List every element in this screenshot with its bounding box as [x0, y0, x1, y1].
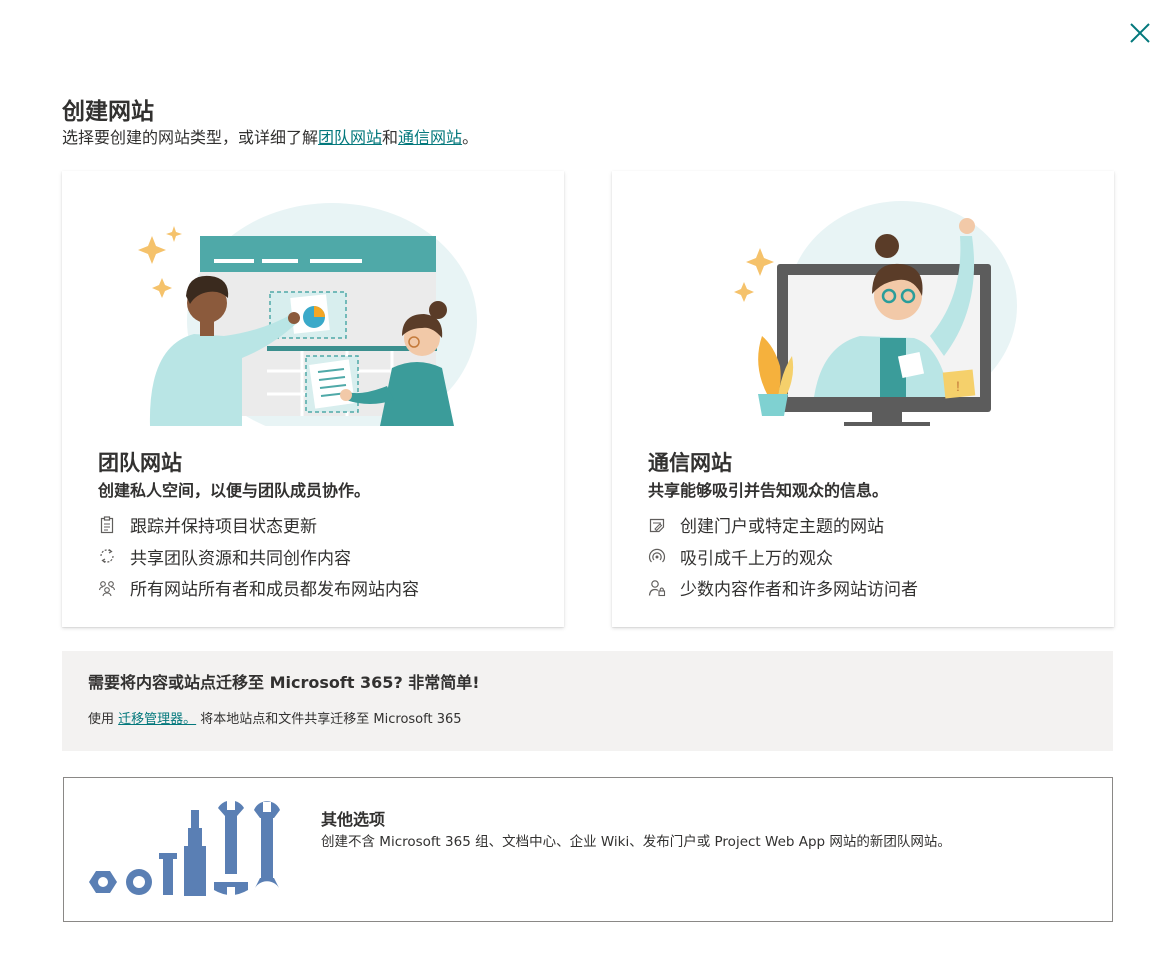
- migration-banner: 需要将内容或站点迁移至 Microsoft 365? 非常简单! 使用 迁移管理…: [62, 651, 1113, 751]
- comm-site-features: 创建门户或特定主题的网站 吸引成千上万的观众 少数内容作者和许多网站访问者: [648, 509, 918, 604]
- list-item: 吸引成千上万的观众: [648, 541, 918, 573]
- comm-site-title: 通信网站: [648, 451, 732, 475]
- list-item: 跟踪并保持项目状态更新: [98, 509, 419, 541]
- list-item: 创建门户或特定主题的网站: [648, 509, 918, 541]
- comm-site-learn-link[interactable]: 通信网站: [398, 128, 462, 147]
- other-options-title: 其他选项: [321, 810, 386, 829]
- person-lock-icon: [648, 579, 666, 597]
- clipboard-icon: [98, 516, 116, 534]
- team-site-description: 创建私人空间，以便与团队成员协作。: [98, 481, 371, 500]
- page-edit-icon: [648, 516, 666, 534]
- feature-label: 少数内容作者和许多网站访问者: [680, 580, 918, 601]
- feature-label: 共享团队资源和共同创作内容: [130, 548, 351, 569]
- other-options-card[interactable]: 其他选项 创建不含 Microsoft 365 组、文档中心、企业 Wiki、发…: [63, 777, 1113, 922]
- tools-illustration: [89, 800, 280, 897]
- page-title: 创建网站: [62, 99, 154, 125]
- feature-label: 跟踪并保持项目状态更新: [130, 517, 317, 538]
- page-subtitle: 选择要创建的网站类型，或详细了解团队网站和通信网站。: [62, 124, 478, 148]
- feature-label: 创建门户或特定主题的网站: [680, 517, 884, 538]
- subtitle-text: 选择要创建的网站类型，或详细了解: [62, 128, 319, 147]
- migration-text-suffix: 将本地站点和文件共享迁移至 Microsoft 365: [196, 712, 462, 727]
- feature-label: 吸引成千上万的观众: [680, 548, 833, 569]
- migration-manager-link[interactable]: 迁移管理器。: [118, 712, 196, 727]
- list-item: 少数内容作者和许多网站访问者: [648, 572, 918, 604]
- other-options-description: 创建不含 Microsoft 365 组、文档中心、企业 Wiki、发布门户或 …: [321, 834, 951, 850]
- close-button[interactable]: [1127, 20, 1153, 46]
- subtitle-suffix: 。: [462, 128, 479, 147]
- comm-site-description: 共享能够吸引并告知观众的信息。: [648, 481, 889, 500]
- migration-text-prefix: 使用: [88, 712, 119, 727]
- communication-site-illustration: !: [734, 201, 1017, 426]
- list-item: 所有网站所有者和成员都发布网站内容: [98, 572, 419, 604]
- team-site-title: 团队网站: [98, 451, 182, 475]
- team-site-card[interactable]: 团队网站 创建私人空间，以便与团队成员协作。 跟踪并保持项目状态更新 共享团队资…: [62, 171, 564, 627]
- subtitle-and: 和: [382, 128, 399, 147]
- svg-text:!: !: [956, 378, 960, 394]
- broadcast-icon: [648, 547, 666, 565]
- close-icon: [1130, 23, 1150, 43]
- communication-site-card[interactable]: ! 通信网站 共享能够吸引并告知观众的信息。 创建门户或特定主题的网站 吸引成千…: [612, 171, 1114, 627]
- team-site-learn-link[interactable]: 团队网站: [318, 128, 382, 147]
- people-icon: [98, 579, 116, 597]
- list-item: 共享团队资源和共同创作内容: [98, 541, 419, 573]
- feature-label: 所有网站所有者和成员都发布网站内容: [130, 580, 419, 601]
- team-site-features: 跟踪并保持项目状态更新 共享团队资源和共同创作内容 所有网站所有者和成员都发布网…: [98, 509, 419, 604]
- sync-icon: [98, 547, 116, 565]
- team-site-illustration: [138, 203, 477, 426]
- migration-title: 需要将内容或站点迁移至 Microsoft 365? 非常简单!: [88, 673, 480, 692]
- migration-text: 使用 迁移管理器。 将本地站点和文件共享迁移至 Microsoft 365: [88, 708, 462, 727]
